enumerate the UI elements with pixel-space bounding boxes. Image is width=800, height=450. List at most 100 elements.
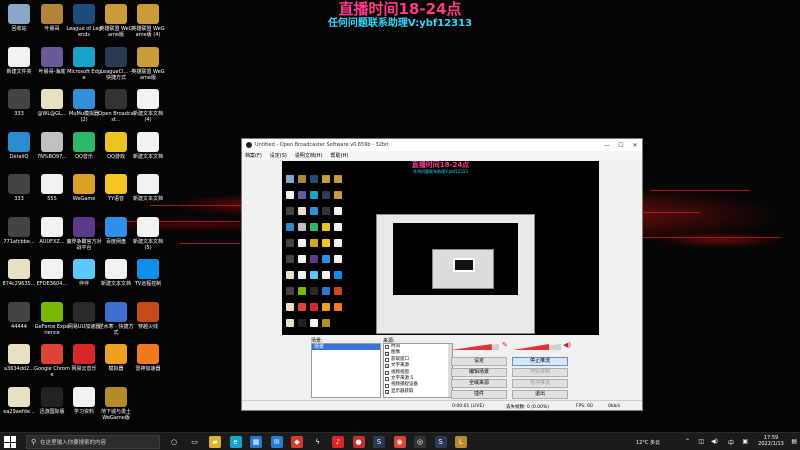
sources-list[interactable]: 时间 ✓ 图像 获取窗口 ✓ 文字来源 视频视窗 文字来源 5 视频捕捉设备 ✓ 显示器获取 <box>383 343 453 398</box>
menu-file[interactable]: 档案(F) <box>245 152 262 159</box>
desktop-icon[interactable]: EFDE3604... <box>34 259 70 287</box>
desktop-icon[interactable]: 雷神加速器 <box>130 344 166 372</box>
source-visibility-checkbox[interactable] <box>385 357 389 362</box>
source-visibility-checkbox[interactable] <box>385 370 389 375</box>
desktop-icon[interactable]: a3634dd2... <box>1 344 37 372</box>
ime-icon[interactable]: 中 <box>728 438 734 447</box>
source-item[interactable]: ✓ 显示器获取 <box>384 389 452 395</box>
store-icon[interactable]: ▦ <box>250 436 262 448</box>
menu-docs[interactable]: 说明文档(H) <box>295 152 323 159</box>
taskbar-clock[interactable]: 17:59 2022/1/13 <box>756 435 786 447</box>
taskbar-search-input[interactable]: ⚲ 在这里输入你要搜索的内容 <box>26 435 160 449</box>
desktop-icon[interactable]: QQ游戏 <box>98 131 134 160</box>
desktop-icon[interactable]: 网易UU加速器 <box>66 301 102 330</box>
desktop-icon[interactable]: 叶晨哥 <box>34 4 70 32</box>
desktop-icon[interactable]: 回收站 <box>1 4 37 32</box>
desktop-icon[interactable]: 新建文本文档 (5) <box>130 216 166 251</box>
desktop-icon[interactable]: 555 <box>34 174 70 202</box>
close-icon[interactable]: ✕ <box>628 142 642 149</box>
obs-icon[interactable]: ◎ <box>414 436 426 448</box>
desktop-icon[interactable]: @WL@GL... <box>34 89 70 117</box>
settings-button[interactable]: 设定 <box>451 357 507 366</box>
volume-icon[interactable]: ◀) <box>711 438 718 445</box>
file-explorer-icon[interactable]: ▰ <box>209 436 221 448</box>
desktop-icon[interactable]: Google Chrome <box>34 344 70 378</box>
desktop-icon[interactable]: ea29aefde... <box>1 386 37 415</box>
menu-help[interactable]: 帮助(H) <box>331 152 349 159</box>
weather-readout[interactable]: 12°C 多云 <box>636 439 660 446</box>
desktop-icon[interactable]: 模拟器 <box>98 344 134 372</box>
tray-chevron-icon[interactable]: ⌃ <box>685 438 690 445</box>
desktop-icon[interactable]: 学习资料 <box>66 386 102 415</box>
app-red-icon[interactable]: ◆ <box>291 436 303 448</box>
desktop-icon[interactable]: AUUFXZ... <box>34 216 70 245</box>
app-icon[interactable]: ● <box>352 436 365 448</box>
start-record-button[interactable]: 开始录制 <box>512 368 568 377</box>
desktop-icon[interactable]: 7N%BO97... <box>34 131 70 160</box>
source-visibility-checkbox[interactable] <box>385 345 389 350</box>
cortana-icon[interactable]: ○ <box>168 436 180 448</box>
desktop-icon[interactable]: 地下城与勇士 WeGame版 <box>98 386 134 421</box>
lightning-icon[interactable]: ϟ <box>311 436 324 448</box>
edit-scene-button[interactable]: 编辑场景 <box>451 368 507 377</box>
maximize-icon[interactable]: ☐ <box>614 142 628 149</box>
desktop-icon[interactable]: 英雄联盟 WeGame版 (4) <box>130 4 166 38</box>
league-client-icon[interactable]: L <box>455 436 467 448</box>
mail-icon[interactable]: ✉ <box>270 436 283 448</box>
windows-start-icon[interactable] <box>4 436 16 448</box>
desktop-icon[interactable]: QQ音乐 <box>66 131 102 160</box>
scene-item[interactable]: 场景 <box>312 344 380 350</box>
edge-icon[interactable]: e <box>229 436 242 448</box>
desktop-icon[interactable]: 迅游国际版 <box>34 386 70 415</box>
minimize-icon[interactable]: — <box>600 142 614 149</box>
network-icon[interactable]: ◫ <box>698 438 704 445</box>
desktop-icon[interactable]: 英雄联盟 WeGame版 <box>98 4 134 38</box>
speaker-icon[interactable]: ◀) <box>563 341 571 349</box>
desktop-icon[interactable]: 逆水寒 - 快捷方式 <box>98 301 134 336</box>
desktop-icon[interactable]: WeGame <box>66 174 102 202</box>
desktop-icon[interactable]: 穿越火线 <box>130 301 166 330</box>
microphone-icon[interactable]: ✎ <box>502 341 508 349</box>
source-visibility-checkbox[interactable]: ✓ <box>385 351 389 356</box>
steam-icon[interactable]: S <box>373 436 385 448</box>
desktop-icon[interactable]: 叶晨哥-海底 <box>34 46 70 75</box>
desktop-icon[interactable]: GeForce Experience <box>34 301 70 336</box>
obs-titlebar[interactable]: Untitled - Open Broadcaster Software v0.… <box>242 139 642 151</box>
desktop-icon[interactable]: LeagueCl... - 快捷方式 <box>98 46 134 81</box>
desktop-icon[interactable]: 333 <box>1 174 37 202</box>
plugins-button[interactable]: 插件 <box>451 390 507 399</box>
desktop-icon[interactable]: 百度网盘 <box>98 216 134 245</box>
task-view-icon[interactable]: ▭ <box>188 436 201 448</box>
desktop-icon[interactable]: League of Legends <box>66 4 102 38</box>
desktop-icon[interactable]: 新建文本文档 <box>130 174 166 202</box>
desktop-icon[interactable]: 新建文件夹 <box>1 46 37 75</box>
desktop-icon[interactable]: 网易云音乐 <box>66 344 102 372</box>
desktop-icon[interactable]: 771afcbbe... <box>1 216 37 245</box>
netease-music-icon[interactable]: ♪ <box>332 436 344 448</box>
chrome-icon[interactable]: ◉ <box>393 436 406 448</box>
desktop-icon[interactable]: Open Broadcast... <box>98 89 134 123</box>
pause-button[interactable]: 暂停推流 <box>512 379 568 388</box>
obs-preview[interactable]: 直播时间18-24点 任何问题联系助理V:ybf12313 <box>282 161 599 335</box>
desktop-icon[interactable]: Microsoft Edge <box>66 46 102 81</box>
stop-stream-button[interactable]: 停止推流 <box>512 357 568 366</box>
source-visibility-checkbox[interactable] <box>385 383 389 388</box>
desktop-icon[interactable]: DetailQ <box>1 131 37 160</box>
tray-app-icon[interactable]: ▣ <box>742 438 748 445</box>
desktop-icon[interactable]: YY语音 <box>98 174 134 202</box>
desktop-icon[interactable]: 新建文本文档 <box>98 259 134 287</box>
notification-icon[interactable]: ▤ <box>791 438 797 445</box>
desktop-icon[interactable]: 874c29635... <box>1 259 37 287</box>
steam-icon[interactable]: S <box>434 436 447 448</box>
global-sources-button[interactable]: 全域来源 <box>451 379 507 388</box>
desktop-icon[interactable]: 新建文本文档 (4) <box>130 89 166 123</box>
desktop-icon[interactable]: MuMu模拟器 (2) <box>66 89 102 123</box>
desktop-icon[interactable]: 英雄联盟 WeGame版 <box>130 46 166 81</box>
desktop-icon[interactable]: 44444 <box>1 301 37 330</box>
source-visibility-checkbox[interactable]: ✓ <box>385 389 389 394</box>
scenes-list[interactable]: 场景 <box>311 343 381 398</box>
desktop-icon[interactable]: 伴伴 <box>66 259 102 287</box>
source-visibility-checkbox[interactable]: ✓ <box>385 364 389 369</box>
source-visibility-checkbox[interactable] <box>385 377 389 382</box>
desktop-icon[interactable]: 333 <box>1 89 37 117</box>
